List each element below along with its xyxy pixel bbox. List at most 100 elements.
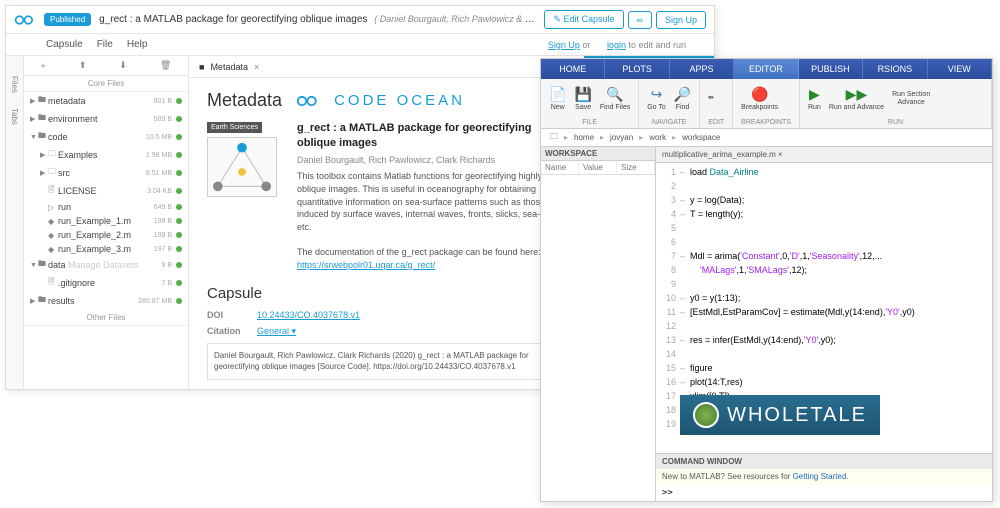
- tree-item[interactable]: ◆run_Example_3.m197 B: [24, 242, 188, 256]
- menu-capsule[interactable]: Capsule: [46, 39, 83, 50]
- workspace-panel: WORKSPACE Name Value Size: [541, 147, 656, 501]
- capsule-meta: g_rect : a MATLAB package for georectify…: [297, 121, 566, 271]
- side-rail: Files Tabs: [6, 56, 24, 389]
- new-file-icon[interactable]: +: [41, 61, 46, 71]
- tab-metadata[interactable]: ■ Metadata ×: [189, 62, 269, 72]
- find-files-button[interactable]: 🔍Find Files: [600, 86, 630, 111]
- code-line[interactable]: 2: [656, 179, 992, 193]
- breakpoints-button[interactable]: 🔴Breakpoints: [741, 86, 778, 111]
- run-group: ▶Run ▶▶Run and Advance Run SectionAdvanc…: [800, 79, 992, 128]
- run-button[interactable]: ▶Run: [808, 86, 821, 111]
- share-button[interactable]: ∞: [628, 11, 652, 29]
- citation-type-dropdown[interactable]: General ▾: [257, 326, 296, 336]
- crumb-segment[interactable]: workspace: [682, 133, 720, 142]
- tree-item[interactable]: ▶🗀Examples1.98 MB: [24, 146, 188, 164]
- code-line[interactable]: 15–figure: [656, 361, 992, 375]
- tree-item[interactable]: ▼🖿code10.5 MB: [24, 128, 188, 146]
- codeocean-brand-text: CODE OCEAN: [334, 92, 465, 109]
- new-user-banner: New to MATLAB? See resources for Getting…: [656, 469, 992, 485]
- goto-button[interactable]: ↪Go To: [647, 86, 666, 111]
- code-line[interactable]: 16–plot(14:T,res): [656, 375, 992, 389]
- find-button[interactable]: 🔎Find: [674, 86, 691, 111]
- file-tree: + ⬆ ⬇ 🗑 Core Files ▶🖿metadata801 B▶🖿envi…: [24, 56, 189, 389]
- crumb-segment[interactable]: work: [649, 133, 666, 142]
- code-line[interactable]: 1–load Data_Airline: [656, 165, 992, 179]
- workspace-title: WORKSPACE: [541, 147, 655, 161]
- tree-item[interactable]: ▷run649 B: [24, 200, 188, 214]
- code-line[interactable]: 14: [656, 347, 992, 361]
- edit-group: ✏ EDIT: [700, 79, 733, 128]
- signup-link[interactable]: Sign Up: [548, 40, 580, 50]
- run-section-button[interactable]: Run SectionAdvance: [892, 91, 930, 106]
- login-link[interactable]: login: [607, 40, 626, 50]
- capsule-heading: Capsule: [207, 285, 566, 302]
- edit-icon[interactable]: ✏: [708, 94, 714, 102]
- menu-help[interactable]: Help: [127, 39, 148, 50]
- breadcrumb: 🗀 ▸home▸jovyan▸work▸workspace: [541, 129, 992, 147]
- code-line[interactable]: 9: [656, 277, 992, 291]
- tree-item[interactable]: ◆run_Example_1.m199 B: [24, 214, 188, 228]
- signup-button[interactable]: Sign Up: [656, 11, 706, 29]
- breakpoints-group: 🔴Breakpoints BREAKPOINTS: [733, 79, 800, 128]
- capsule-diagram-icon: [207, 137, 277, 197]
- download-icon[interactable]: ⬇: [119, 60, 127, 71]
- metadata-tab-icon: ■: [199, 62, 204, 72]
- core-files-section: Core Files: [24, 76, 188, 92]
- code-line[interactable]: 8 'MALags',1,'SMALags',12);: [656, 263, 992, 277]
- ribbon-tab-plots[interactable]: PLOTS: [605, 59, 669, 79]
- menu-file[interactable]: File: [97, 39, 113, 50]
- ribbon-tab-view[interactable]: VIEW: [928, 59, 992, 79]
- toolstrip: 📄New 💾Save 🔍Find Files FILE ↪Go To 🔎Find…: [541, 79, 992, 129]
- code-line[interactable]: 4–T = length(y);: [656, 207, 992, 221]
- capsule-card: Earth Sciences g_rect : a MATLAB package…: [207, 121, 566, 271]
- tree-item[interactable]: ▶🗀src8.51 MB: [24, 164, 188, 182]
- save-button[interactable]: 💾Save: [574, 86, 591, 111]
- side-files[interactable]: Files: [10, 76, 19, 93]
- tree-item[interactable]: ▶🖿results280.87 MB: [24, 292, 188, 310]
- crumb-segment[interactable]: home: [574, 133, 594, 142]
- other-files-section: Other Files: [24, 310, 188, 326]
- code-line[interactable]: 11–[EstMdl,EstParamCov] = estimate(Mdl,y…: [656, 305, 992, 319]
- tree-item[interactable]: ▼🖿data Manage Datasets9 B: [24, 256, 188, 274]
- tree-item[interactable]: ◆run_Example_2.m199 B: [24, 228, 188, 242]
- side-tabs[interactable]: Tabs: [10, 108, 19, 125]
- new-button[interactable]: 📄New: [549, 86, 566, 111]
- editor-file-tab[interactable]: multiplicative_arima_example.m ×: [656, 147, 992, 163]
- codeocean-logo-icon: [14, 13, 36, 27]
- code-line[interactable]: 13–res = infer(EstMdl,y(14:end),'Y0',y0)…: [656, 333, 992, 347]
- close-icon[interactable]: ×: [254, 62, 259, 72]
- code-line[interactable]: 10–y0 = y(1:13);: [656, 291, 992, 305]
- doi-link[interactable]: 10.24433/CO.4037678.v1: [257, 310, 360, 320]
- pkg-title: g_rect : a MATLAB package for georectify…: [297, 121, 566, 152]
- code-line[interactable]: 7–Mdl = arima('Constant',0,'D',1,'Season…: [656, 249, 992, 263]
- command-window-title: COMMAND WINDOW: [656, 453, 992, 469]
- edit-capsule-button[interactable]: ✎ Edit Capsule: [544, 10, 623, 29]
- upload-icon[interactable]: ⬆: [79, 60, 87, 71]
- tree-item[interactable]: ▶🖿metadata801 B: [24, 92, 188, 110]
- command-prompt[interactable]: >>: [656, 485, 992, 501]
- getting-started-link[interactable]: Getting Started: [793, 472, 847, 481]
- folder-icon[interactable]: 🗀: [550, 131, 558, 145]
- ribbon-tab-home[interactable]: HOME: [541, 59, 605, 79]
- navigate-group: ↪Go To 🔎Find NAVIGATE: [639, 79, 700, 128]
- doc-link[interactable]: https://srwebpolr01.uqar.ca/g_rect/: [297, 260, 435, 270]
- tree-item[interactable]: ▶🖿environment589 B: [24, 110, 188, 128]
- co-header: Published g_rect : a MATLAB package for …: [6, 6, 714, 34]
- tree-item[interactable]: 🗎.gitignore7 B: [24, 274, 188, 292]
- code-line[interactable]: 5: [656, 221, 992, 235]
- delete-icon[interactable]: 🗑: [160, 60, 171, 71]
- codeocean-brand-icon: [296, 94, 320, 108]
- code-line[interactable]: 12: [656, 319, 992, 333]
- ribbon-tab-publish[interactable]: PUBLISH: [799, 59, 863, 79]
- pkg-authors: Daniel Bourgault, Rich Pawlowicz, Clark …: [297, 154, 566, 167]
- ribbon-tab-rsions[interactable]: RSIONS: [863, 59, 927, 79]
- code-line[interactable]: 3–y = log(Data);: [656, 193, 992, 207]
- ribbon-tab-editor[interactable]: EDITOR: [734, 59, 798, 79]
- crumb-segment[interactable]: jovyan: [610, 133, 633, 142]
- tree-item[interactable]: 🗎LICENSE3.04 KB: [24, 182, 188, 200]
- ribbon-tabs: HOMEPLOTSAPPSEDITORPUBLISHRSIONSVIEW: [541, 59, 992, 79]
- ribbon-tab-apps[interactable]: APPS: [670, 59, 734, 79]
- signup-prompt: Sign Up or login to edit and run: [548, 40, 700, 50]
- run-advance-button[interactable]: ▶▶Run and Advance: [829, 86, 884, 111]
- code-line[interactable]: 6: [656, 235, 992, 249]
